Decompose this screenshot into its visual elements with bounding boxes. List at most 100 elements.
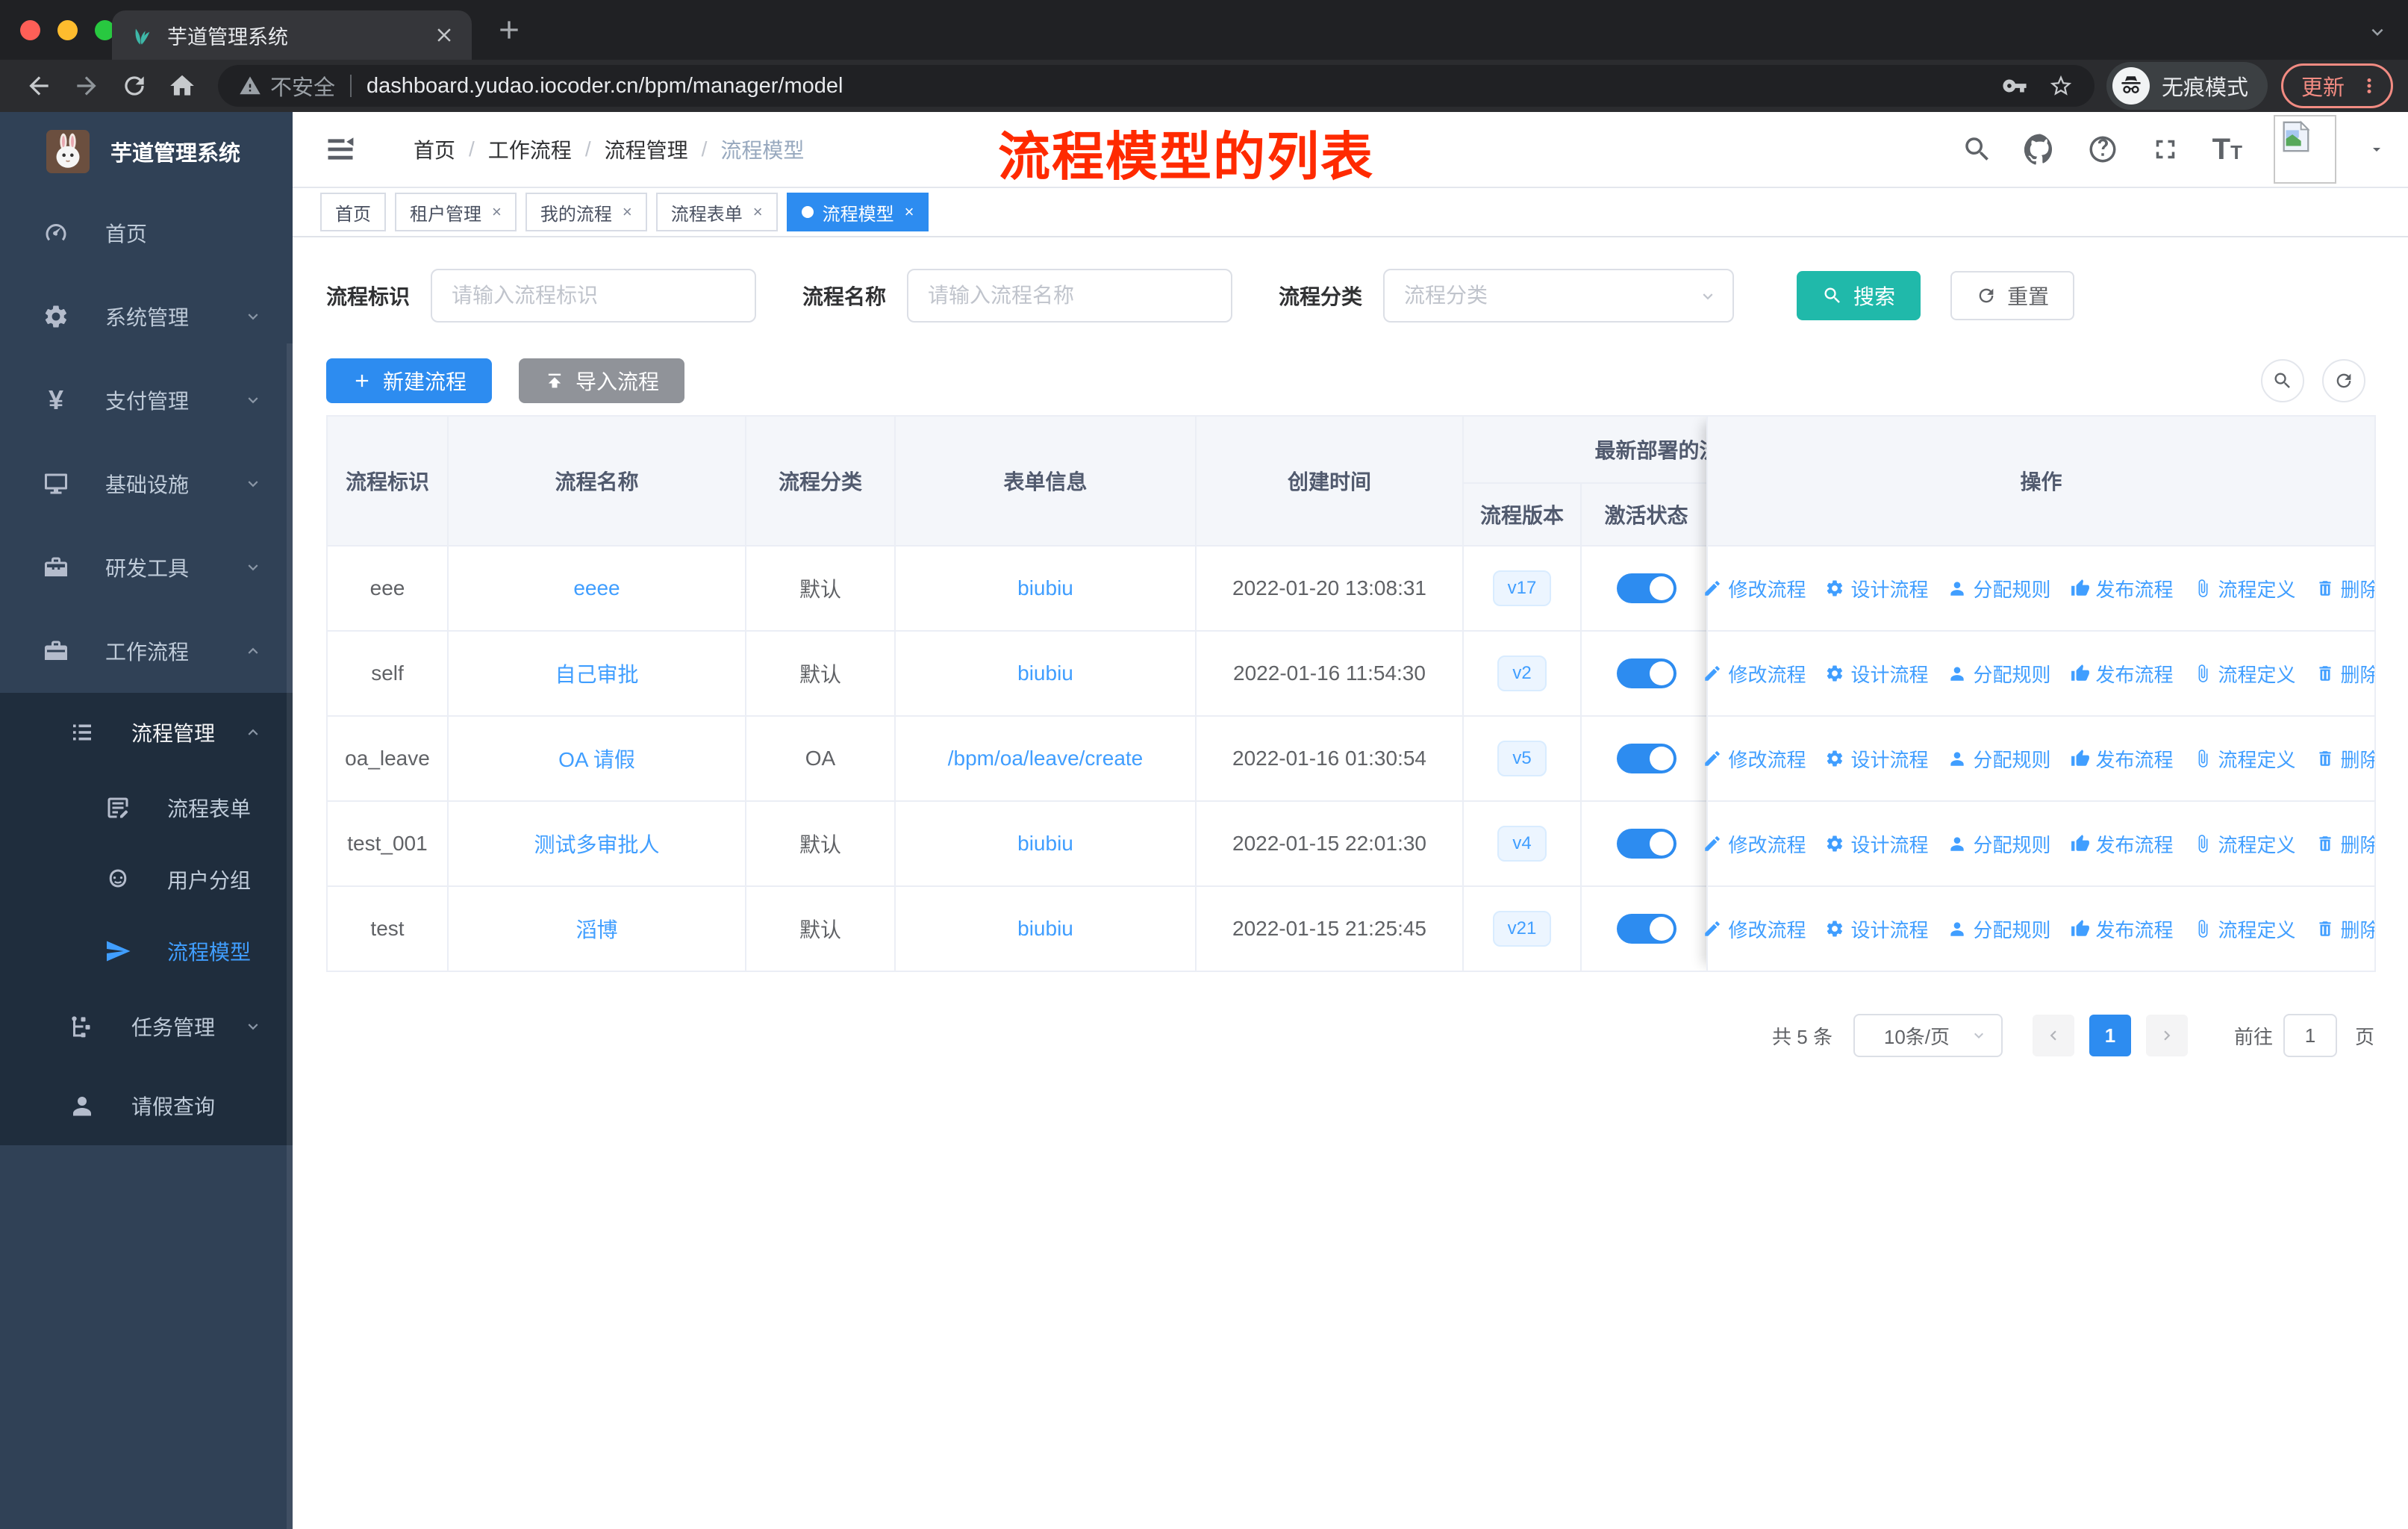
tag-2[interactable]: 我的流程 × <box>525 193 647 231</box>
forward-icon[interactable] <box>72 72 101 100</box>
close-window-button[interactable] <box>20 20 40 40</box>
action-trash-link[interactable]: 删除 <box>2315 745 2374 773</box>
action-paperclip-link[interactable]: 流程定义 <box>2193 915 2296 943</box>
action-paperclip-link[interactable]: 流程定义 <box>2193 830 2296 858</box>
tag-3[interactable]: 流程表单 × <box>655 193 778 231</box>
back-icon[interactable] <box>25 72 53 100</box>
bookmark-star-icon[interactable] <box>2048 73 2074 99</box>
url-text[interactable]: dashboard.yudao.iocoder.cn/bpm/manager/m… <box>366 74 1981 99</box>
home-icon[interactable] <box>168 72 196 100</box>
process-name-link[interactable]: OA 请假 <box>558 744 635 773</box>
action-user-link[interactable]: 分配规则 <box>1947 830 2051 858</box>
refresh-table-button[interactable] <box>2322 359 2365 402</box>
sidebar-item-7[interactable]: 流程表单 <box>0 772 293 844</box>
close-tab-icon[interactable] <box>433 24 455 46</box>
action-trash-link[interactable]: 删除 <box>2315 575 2374 602</box>
form-link[interactable]: biubiu <box>1017 661 1073 685</box>
action-pencil-link[interactable]: 修改流程 <box>1703 830 1806 858</box>
active-toggle[interactable] <box>1616 744 1676 773</box>
page-size-select[interactable]: 10条/页 <box>1853 1014 2003 1057</box>
active-toggle[interactable] <box>1616 658 1676 688</box>
import-process-button[interactable]: 导入流程 <box>519 358 685 403</box>
not-secure-warning-icon[interactable] <box>239 75 261 97</box>
browser-update-button[interactable]: 更新 <box>2280 63 2393 108</box>
process-category-select-input[interactable] <box>1383 269 1735 323</box>
sidebar-item-11[interactable]: 请假查询 <box>0 1066 293 1145</box>
close-tag-icon[interactable]: × <box>905 204 914 220</box>
new-tab-button[interactable] <box>494 15 524 45</box>
sidebar-logo-row[interactable]: 芋道管理系统 <box>0 112 293 191</box>
action-pencil-link[interactable]: 修改流程 <box>1703 660 1806 688</box>
minimize-window-button[interactable] <box>57 20 78 40</box>
sidebar-item-10[interactable]: 任务管理 <box>0 987 293 1066</box>
active-toggle[interactable] <box>1616 914 1676 944</box>
tag-1[interactable]: 租户管理 × <box>395 193 517 231</box>
reload-icon[interactable] <box>120 72 149 100</box>
prev-page-button[interactable] <box>2032 1015 2074 1056</box>
form-link[interactable]: /bpm/oa/leave/create <box>948 747 1144 770</box>
action-gear-link[interactable]: 设计流程 <box>1825 660 1928 688</box>
sidebar-item-9[interactable]: 流程模型 <box>0 915 293 987</box>
breadcrumb-item[interactable]: 工作流程 <box>488 134 572 164</box>
action-user-link[interactable]: 分配规则 <box>1947 745 2051 773</box>
action-publish-link[interactable]: 发布流程 <box>2071 745 2174 773</box>
action-user-link[interactable]: 分配规则 <box>1947 915 2051 943</box>
close-tag-icon[interactable]: × <box>492 204 502 220</box>
sidebar-item-6[interactable]: 流程管理 <box>0 693 293 772</box>
action-gear-link[interactable]: 设计流程 <box>1825 745 1928 773</box>
url-bar[interactable]: 不安全 dashboard.yudao.iocoder.cn/bpm/manag… <box>218 65 2094 107</box>
active-toggle[interactable] <box>1616 829 1676 859</box>
form-link[interactable]: biubiu <box>1017 917 1073 941</box>
fullscreen-icon[interactable] <box>2150 134 2181 165</box>
browser-menu-dots-icon[interactable] <box>2358 75 2380 97</box>
sidebar-item-1[interactable]: 系统管理 <box>0 275 293 358</box>
action-gear-link[interactable]: 设计流程 <box>1825 830 1928 858</box>
action-gear-link[interactable]: 设计流程 <box>1825 575 1928 602</box>
help-icon[interactable] <box>2087 134 2118 165</box>
process-name-link[interactable]: eeee <box>573 576 620 600</box>
tag-0[interactable]: 首页 <box>320 193 386 231</box>
action-user-link[interactable]: 分配规则 <box>1947 575 2051 602</box>
font-size-icon[interactable]: TT <box>2212 134 2242 164</box>
sidebar-item-8[interactable]: 用户分组 <box>0 844 293 915</box>
breadcrumb-item[interactable]: 流程管理 <box>605 134 688 164</box>
action-user-link[interactable]: 分配规则 <box>1947 660 2051 688</box>
action-publish-link[interactable]: 发布流程 <box>2071 660 2174 688</box>
process-name-link[interactable]: 滔博 <box>576 914 617 944</box>
form-link[interactable]: biubiu <box>1017 832 1073 856</box>
action-publish-link[interactable]: 发布流程 <box>2071 830 2174 858</box>
close-tag-icon[interactable]: × <box>753 204 763 220</box>
tab-search-chevron-icon[interactable] <box>2366 21 2389 43</box>
action-trash-link[interactable]: 删除 <box>2315 830 2374 858</box>
sidebar-item-3[interactable]: 基础设施 <box>0 442 293 526</box>
process-name-link[interactable]: 测试多审批人 <box>534 829 659 859</box>
search-button[interactable]: 搜索 <box>1797 271 1921 320</box>
show-search-toggle-button[interactable] <box>2261 359 2304 402</box>
sidebar-item-5[interactable]: 工作流程 <box>0 609 293 693</box>
tag-4[interactable]: 流程模型 × <box>786 193 929 231</box>
collapse-sidebar-icon[interactable] <box>324 133 357 166</box>
action-publish-link[interactable]: 发布流程 <box>2071 575 2174 602</box>
process-id-input[interactable] <box>431 269 757 323</box>
browser-tab[interactable]: 芋道管理系统 <box>112 10 472 60</box>
sidebar-item-0[interactable]: 首页 <box>0 191 293 275</box>
sidebar-item-4[interactable]: 研发工具 <box>0 526 293 609</box>
active-toggle[interactable] <box>1616 573 1676 603</box>
action-paperclip-link[interactable]: 流程定义 <box>2193 745 2296 773</box>
close-tag-icon[interactable]: × <box>623 204 632 220</box>
next-page-button[interactable] <box>2145 1015 2188 1056</box>
goto-page-input[interactable] <box>2283 1014 2337 1057</box>
process-name-link[interactable]: 自己审批 <box>555 658 638 688</box>
action-pencil-link[interactable]: 修改流程 <box>1703 745 1806 773</box>
action-pencil-link[interactable]: 修改流程 <box>1703 915 1806 943</box>
process-category-select[interactable] <box>1383 269 1735 323</box>
breadcrumb-item[interactable]: 首页 <box>414 134 455 164</box>
action-paperclip-link[interactable]: 流程定义 <box>2193 575 2296 602</box>
action-trash-link[interactable]: 删除 <box>2315 915 2374 943</box>
avatar[interactable] <box>2274 115 2336 184</box>
search-icon[interactable] <box>1962 134 1993 165</box>
avatar-caret-down-icon[interactable] <box>2368 140 2386 158</box>
create-process-button[interactable]: 新建流程 <box>326 358 493 403</box>
action-paperclip-link[interactable]: 流程定义 <box>2193 660 2296 688</box>
github-icon[interactable] <box>2024 134 2056 165</box>
